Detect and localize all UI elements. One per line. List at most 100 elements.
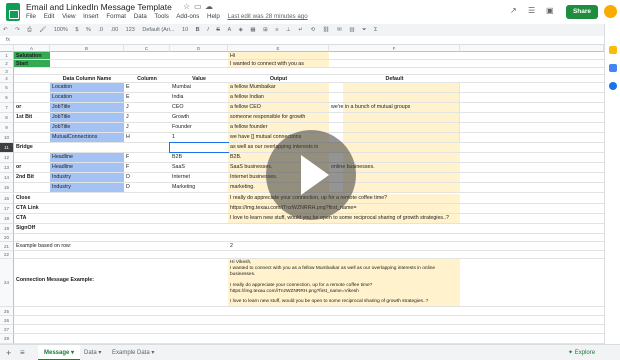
cell-e8[interactable]: someone responsible for growth (228, 113, 329, 122)
paint-format-icon[interactable]: 🖌 (39, 24, 46, 36)
keep-icon[interactable] (609, 46, 617, 54)
menu-file[interactable]: File (26, 13, 36, 20)
column-header-a[interactable]: A (14, 45, 50, 52)
star-icon[interactable]: ☆ (183, 2, 190, 11)
cell-a8[interactable]: 1st Bit (14, 113, 50, 122)
cell-d5[interactable]: Mumbai (170, 83, 228, 92)
more-formats-button[interactable]: 123 (126, 24, 135, 36)
column-header-c[interactable]: C (124, 45, 170, 52)
menu-insert[interactable]: Insert (83, 13, 98, 20)
cell-d15[interactable]: Marketing (170, 183, 228, 192)
video-play-icon[interactable] (266, 130, 356, 220)
share-button[interactable]: Share (566, 5, 598, 19)
cell-c14[interactable]: D (124, 173, 170, 182)
cell-e5[interactable]: a fellow Mumbaikar (228, 83, 329, 92)
activity-icon[interactable]: ↗ (510, 6, 517, 15)
comment-icon[interactable]: ✉ (337, 24, 342, 36)
corner-cell[interactable] (0, 45, 14, 52)
cell-f7[interactable]: we're in a bunch of mutual groups (329, 103, 460, 112)
row-header[interactable]: 3 (0, 68, 14, 75)
cell-d12[interactable]: B2B (170, 153, 228, 162)
cell-b9[interactable]: JobTitle (50, 123, 124, 132)
row-header[interactable]: 10 (0, 133, 14, 143)
row-header[interactable]: 27 (0, 325, 14, 334)
row-header[interactable]: 19 (0, 224, 14, 234)
cell-b15[interactable]: Industry (50, 183, 124, 192)
row-header[interactable]: 28 (0, 334, 14, 344)
tab-data[interactable]: Data ▾ (84, 345, 101, 360)
print-icon[interactable]: ⎙ (27, 24, 31, 36)
tasks-icon[interactable] (609, 64, 617, 72)
row-header[interactable]: 22 (0, 251, 14, 259)
example-message-cell[interactable]: Hi Vikesh, I wanted to connect with you … (228, 259, 460, 306)
row-header[interactable]: 6 (0, 93, 14, 103)
cell-b4[interactable]: Data Column Name (50, 75, 124, 82)
functions-icon[interactable]: Σ (374, 24, 377, 36)
menu-data[interactable]: Data (134, 13, 147, 20)
column-header-b[interactable]: B (50, 45, 124, 52)
cell-b13[interactable]: Headline (50, 163, 124, 172)
undo-icon[interactable]: ↶ (3, 24, 8, 36)
rotate-icon[interactable]: ⟲ (311, 24, 316, 36)
row-header[interactable]: 17 (0, 204, 14, 214)
row-header[interactable]: 20 (0, 234, 14, 242)
cell-d10[interactable]: 1 (170, 133, 228, 142)
all-sheets-icon[interactable]: ≡ (20, 345, 25, 360)
cell-b12[interactable]: Headline (50, 153, 124, 162)
cell-c13[interactable]: F (124, 163, 170, 172)
row-header[interactable]: 13 (0, 163, 14, 173)
cell-c10[interactable]: H (124, 133, 170, 142)
cell-a1[interactable]: Salutation (14, 52, 50, 59)
cell-a16[interactable]: Close (14, 194, 50, 203)
cell-b14[interactable]: Industry (50, 173, 124, 182)
increase-decimal-button[interactable]: .00 (110, 24, 118, 36)
row-header[interactable]: 5 (0, 83, 14, 93)
row-header[interactable]: 8 (0, 113, 14, 123)
filter-icon[interactable]: ⏷ (362, 24, 366, 36)
cell-c4[interactable]: Column (124, 75, 170, 82)
cell-c7[interactable]: J (124, 103, 170, 112)
cell-b6[interactable]: Location (50, 93, 124, 102)
column-header-e[interactable]: E (228, 45, 329, 52)
align-icon[interactable]: ≡ (275, 24, 278, 36)
last-edit-link[interactable]: Last edit was 28 minutes ago (228, 13, 308, 20)
cell-a19[interactable]: SignOff (14, 224, 50, 233)
cell-b5[interactable]: Location (50, 83, 124, 92)
cell-d4[interactable]: Value (170, 75, 228, 82)
merge-icon[interactable]: ⊞ (263, 24, 268, 36)
cell-a11[interactable]: Bridge (14, 143, 50, 152)
decrease-decimal-button[interactable]: .0 (98, 24, 103, 36)
currency-button[interactable]: $ (75, 24, 78, 36)
percent-button[interactable]: % (86, 24, 91, 36)
cell-c15[interactable]: D (124, 183, 170, 192)
cell-e2[interactable]: I wanted to connect with you as (228, 60, 329, 67)
cell-a17[interactable]: CTA Link (14, 204, 50, 213)
row-header[interactable]: 1 (0, 52, 14, 60)
borders-icon[interactable]: ▦ (250, 24, 255, 36)
row-header[interactable]: 7 (0, 103, 14, 113)
link-icon[interactable]: ⛓ (323, 24, 330, 36)
cell-d7[interactable]: CEO (170, 103, 228, 112)
cell-e21[interactable]: 2 (228, 242, 268, 250)
cell-d11-selected[interactable] (169, 142, 229, 153)
cell-f4[interactable]: Default (329, 75, 460, 82)
cell-a14[interactable]: 2nd Bit (14, 173, 50, 182)
avatar[interactable] (604, 5, 617, 18)
row-header[interactable]: 12 (0, 153, 14, 163)
tab-example-data[interactable]: Example Data ▾ (112, 345, 154, 360)
row-header[interactable]: 9 (0, 123, 14, 133)
zoom-select[interactable]: 100% (54, 24, 68, 36)
cell-a21[interactable]: Example based on row: (14, 242, 124, 250)
cell-c5[interactable]: E (124, 83, 170, 92)
cell-d6[interactable]: India (170, 93, 228, 102)
cloud-status-icon[interactable]: ☁ (205, 2, 213, 11)
row-header[interactable]: 14 (0, 173, 14, 183)
text-color-icon[interactable]: A (227, 24, 231, 36)
row-header[interactable]: 15 (0, 183, 14, 193)
cell-b10[interactable]: MutualConnections (50, 133, 124, 142)
cell-c9[interactable]: J (124, 123, 170, 132)
row-header[interactable]: 21 (0, 242, 14, 251)
menu-format[interactable]: Format (106, 13, 126, 20)
menu-tools[interactable]: Tools (154, 13, 168, 20)
cell-d8[interactable]: Growth (170, 113, 228, 122)
